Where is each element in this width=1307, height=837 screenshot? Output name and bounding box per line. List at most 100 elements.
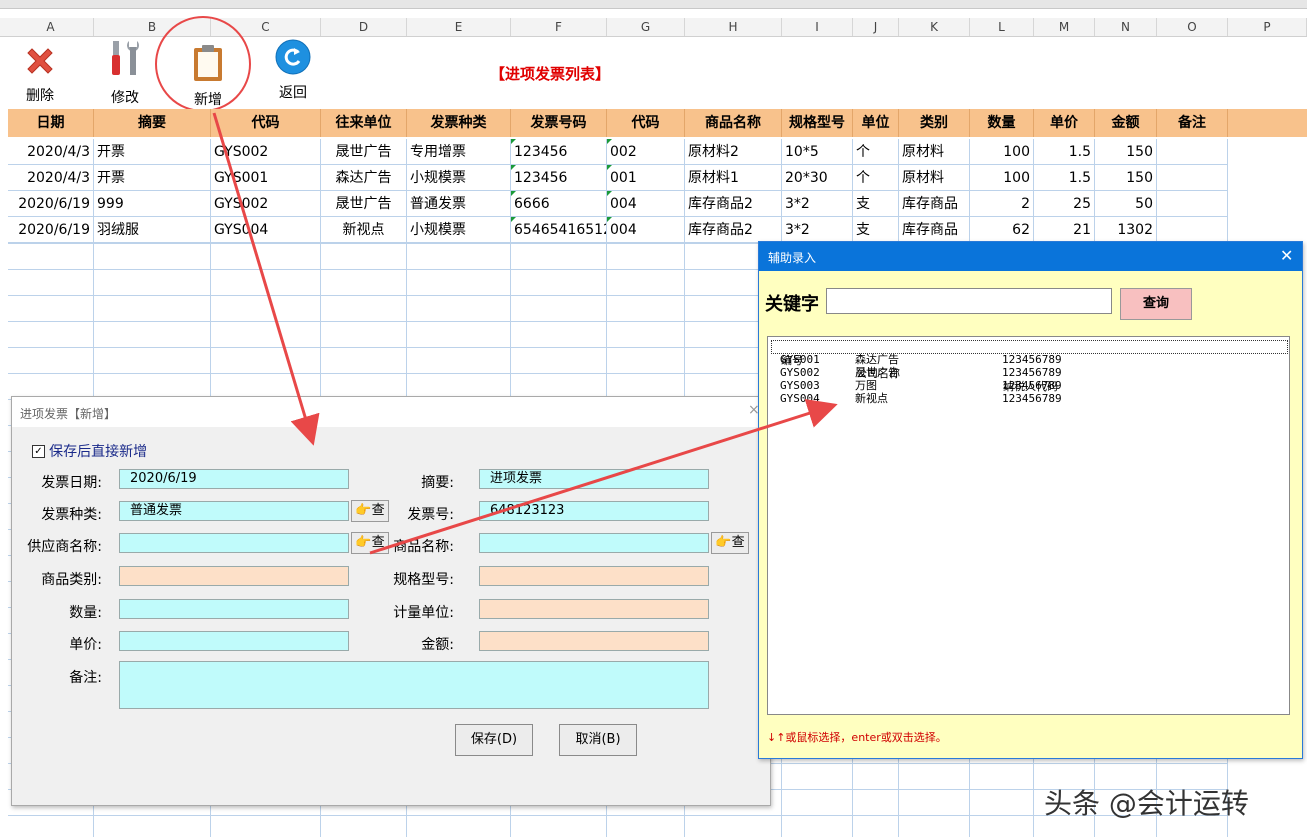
- invoice-number-field[interactable]: 648123123: [479, 501, 709, 521]
- table-cell[interactable]: 123456: [511, 165, 607, 191]
- keyword-input[interactable]: [826, 288, 1112, 314]
- table-cell[interactable]: 开票: [94, 139, 211, 165]
- supplier-field[interactable]: [119, 533, 349, 553]
- table-cell[interactable]: 开票: [94, 165, 211, 191]
- column-letter[interactable]: K: [899, 18, 970, 36]
- table-cell[interactable]: 001: [607, 165, 685, 191]
- table-cell[interactable]: 3*2: [782, 217, 853, 243]
- column-letter[interactable]: L: [970, 18, 1034, 36]
- table-cell[interactable]: 晟世广告: [321, 191, 407, 217]
- table-row[interactable]: 2020/6/19 999 GYS002 晟世广告 普通发票 6666 004 库存商品2 3*…: [8, 191, 1228, 217]
- checkbox-icon[interactable]: ✓: [32, 444, 45, 458]
- table-row[interactable]: 2020/4/3 开票 GYS002 晟世广告 专用增票 123456 002 原材料2 10*…: [8, 139, 1228, 165]
- table-cell[interactable]: 原材料: [899, 139, 970, 165]
- table-cell[interactable]: 库存商品2: [685, 217, 782, 243]
- list-item[interactable]: GYS002 晟世广告 123456789: [771, 366, 1286, 379]
- table-cell[interactable]: 10*5: [782, 139, 853, 165]
- table-cell[interactable]: 个: [853, 139, 899, 165]
- table-cell[interactable]: 原材料: [899, 165, 970, 191]
- date-field[interactable]: 2020/6/19: [119, 469, 349, 489]
- table-cell[interactable]: 1.5: [1034, 139, 1095, 165]
- table-cell[interactable]: 3*2: [782, 191, 853, 217]
- close-icon[interactable]: ✕: [1280, 246, 1293, 265]
- table-cell[interactable]: 森达广告: [321, 165, 407, 191]
- table-cell[interactable]: 1.5: [1034, 165, 1095, 191]
- table-cell[interactable]: 新视点: [321, 217, 407, 243]
- unit-field[interactable]: [479, 599, 709, 619]
- column-letter[interactable]: D: [321, 18, 407, 36]
- table-cell[interactable]: [1157, 191, 1228, 217]
- table-cell[interactable]: GYS002: [211, 191, 321, 217]
- table-cell[interactable]: 羽绒服: [94, 217, 211, 243]
- table-cell[interactable]: 1302: [1095, 217, 1157, 243]
- table-cell[interactable]: 6666: [511, 191, 607, 217]
- price-field[interactable]: [119, 631, 349, 651]
- table-cell[interactable]: 支: [853, 217, 899, 243]
- table-cell[interactable]: [1157, 165, 1228, 191]
- table-cell[interactable]: 普通发票: [407, 191, 511, 217]
- amount-field[interactable]: [479, 631, 709, 651]
- table-cell[interactable]: 小规模票: [407, 165, 511, 191]
- table-cell[interactable]: 004: [607, 217, 685, 243]
- table-cell[interactable]: 2020/4/3: [8, 165, 94, 191]
- product-field[interactable]: [479, 533, 709, 553]
- table-cell[interactable]: 个: [853, 165, 899, 191]
- search-button[interactable]: 查询: [1120, 288, 1192, 320]
- table-cell[interactable]: GYS004: [211, 217, 321, 243]
- table-cell[interactable]: 小规模票: [407, 217, 511, 243]
- table-cell[interactable]: 2020/6/19: [8, 217, 94, 243]
- back-button[interactable]: 返回: [263, 37, 323, 102]
- table-cell[interactable]: 150: [1095, 139, 1157, 165]
- table-cell[interactable]: 支: [853, 191, 899, 217]
- column-letter[interactable]: N: [1095, 18, 1157, 36]
- summary-field[interactable]: 进项发票: [479, 469, 709, 489]
- result-list[interactable]: 编号 公司名称 纳税人代码 GYS001 森达广告 123456789 GYS002 晟…: [767, 336, 1290, 715]
- column-letter[interactable]: G: [607, 18, 685, 36]
- category-field[interactable]: [119, 566, 349, 586]
- list-item[interactable]: GYS001 森达广告 123456789: [771, 353, 1286, 366]
- table-cell[interactable]: 20*30: [782, 165, 853, 191]
- table-cell[interactable]: 原材料1: [685, 165, 782, 191]
- table-cell[interactable]: 专用增票: [407, 139, 511, 165]
- table-cell[interactable]: GYS001: [211, 165, 321, 191]
- table-row[interactable]: 2020/4/3 开票 GYS001 森达广告 小规模票 123456 001 原材料1 20*…: [8, 165, 1228, 191]
- remark-field[interactable]: [119, 661, 709, 709]
- quantity-field[interactable]: [119, 599, 349, 619]
- table-cell[interactable]: GYS002: [211, 139, 321, 165]
- table-cell[interactable]: 65465416512: [511, 217, 607, 243]
- table-cell[interactable]: 库存商品: [899, 191, 970, 217]
- table-cell[interactable]: 50: [1095, 191, 1157, 217]
- column-letter[interactable]: P: [1228, 18, 1307, 36]
- table-cell[interactable]: 004: [607, 191, 685, 217]
- auto-new-checkbox[interactable]: ✓ 保存后直接新增: [32, 441, 147, 461]
- save-button[interactable]: 保存(D): [455, 724, 533, 756]
- product-lookup-button[interactable]: 👉查: [711, 532, 749, 554]
- column-letter[interactable]: O: [1157, 18, 1228, 36]
- column-letter[interactable]: M: [1034, 18, 1095, 36]
- table-cell[interactable]: 150: [1095, 165, 1157, 191]
- table-cell[interactable]: 100: [970, 165, 1034, 191]
- cancel-button[interactable]: 取消(B): [559, 724, 637, 756]
- delete-button[interactable]: 删除: [10, 37, 70, 105]
- table-cell[interactable]: 原材料2: [685, 139, 782, 165]
- table-cell[interactable]: 2020/6/19: [8, 191, 94, 217]
- table-cell[interactable]: [1157, 217, 1228, 243]
- table-cell[interactable]: 库存商品2: [685, 191, 782, 217]
- table-cell[interactable]: 25: [1034, 191, 1095, 217]
- table-cell[interactable]: 2: [970, 191, 1034, 217]
- table-cell[interactable]: 002: [607, 139, 685, 165]
- list-item[interactable]: GYS003 万图 123456789: [771, 379, 1286, 392]
- column-letter[interactable]: H: [685, 18, 782, 36]
- column-letter[interactable]: I: [782, 18, 853, 36]
- column-letter[interactable]: F: [511, 18, 607, 36]
- list-item[interactable]: GYS004 新视点 123456789: [771, 392, 1286, 405]
- table-cell[interactable]: 62: [970, 217, 1034, 243]
- list-header-row[interactable]: 编号 公司名称 纳税人代码: [771, 340, 1288, 393]
- table-cell[interactable]: [1157, 139, 1228, 165]
- spec-field[interactable]: [479, 566, 709, 586]
- type-field[interactable]: 普通发票: [119, 501, 349, 521]
- table-cell[interactable]: 库存商品: [899, 217, 970, 243]
- edit-button[interactable]: 修改: [95, 37, 155, 107]
- table-cell[interactable]: 2020/4/3: [8, 139, 94, 165]
- table-cell[interactable]: 123456: [511, 139, 607, 165]
